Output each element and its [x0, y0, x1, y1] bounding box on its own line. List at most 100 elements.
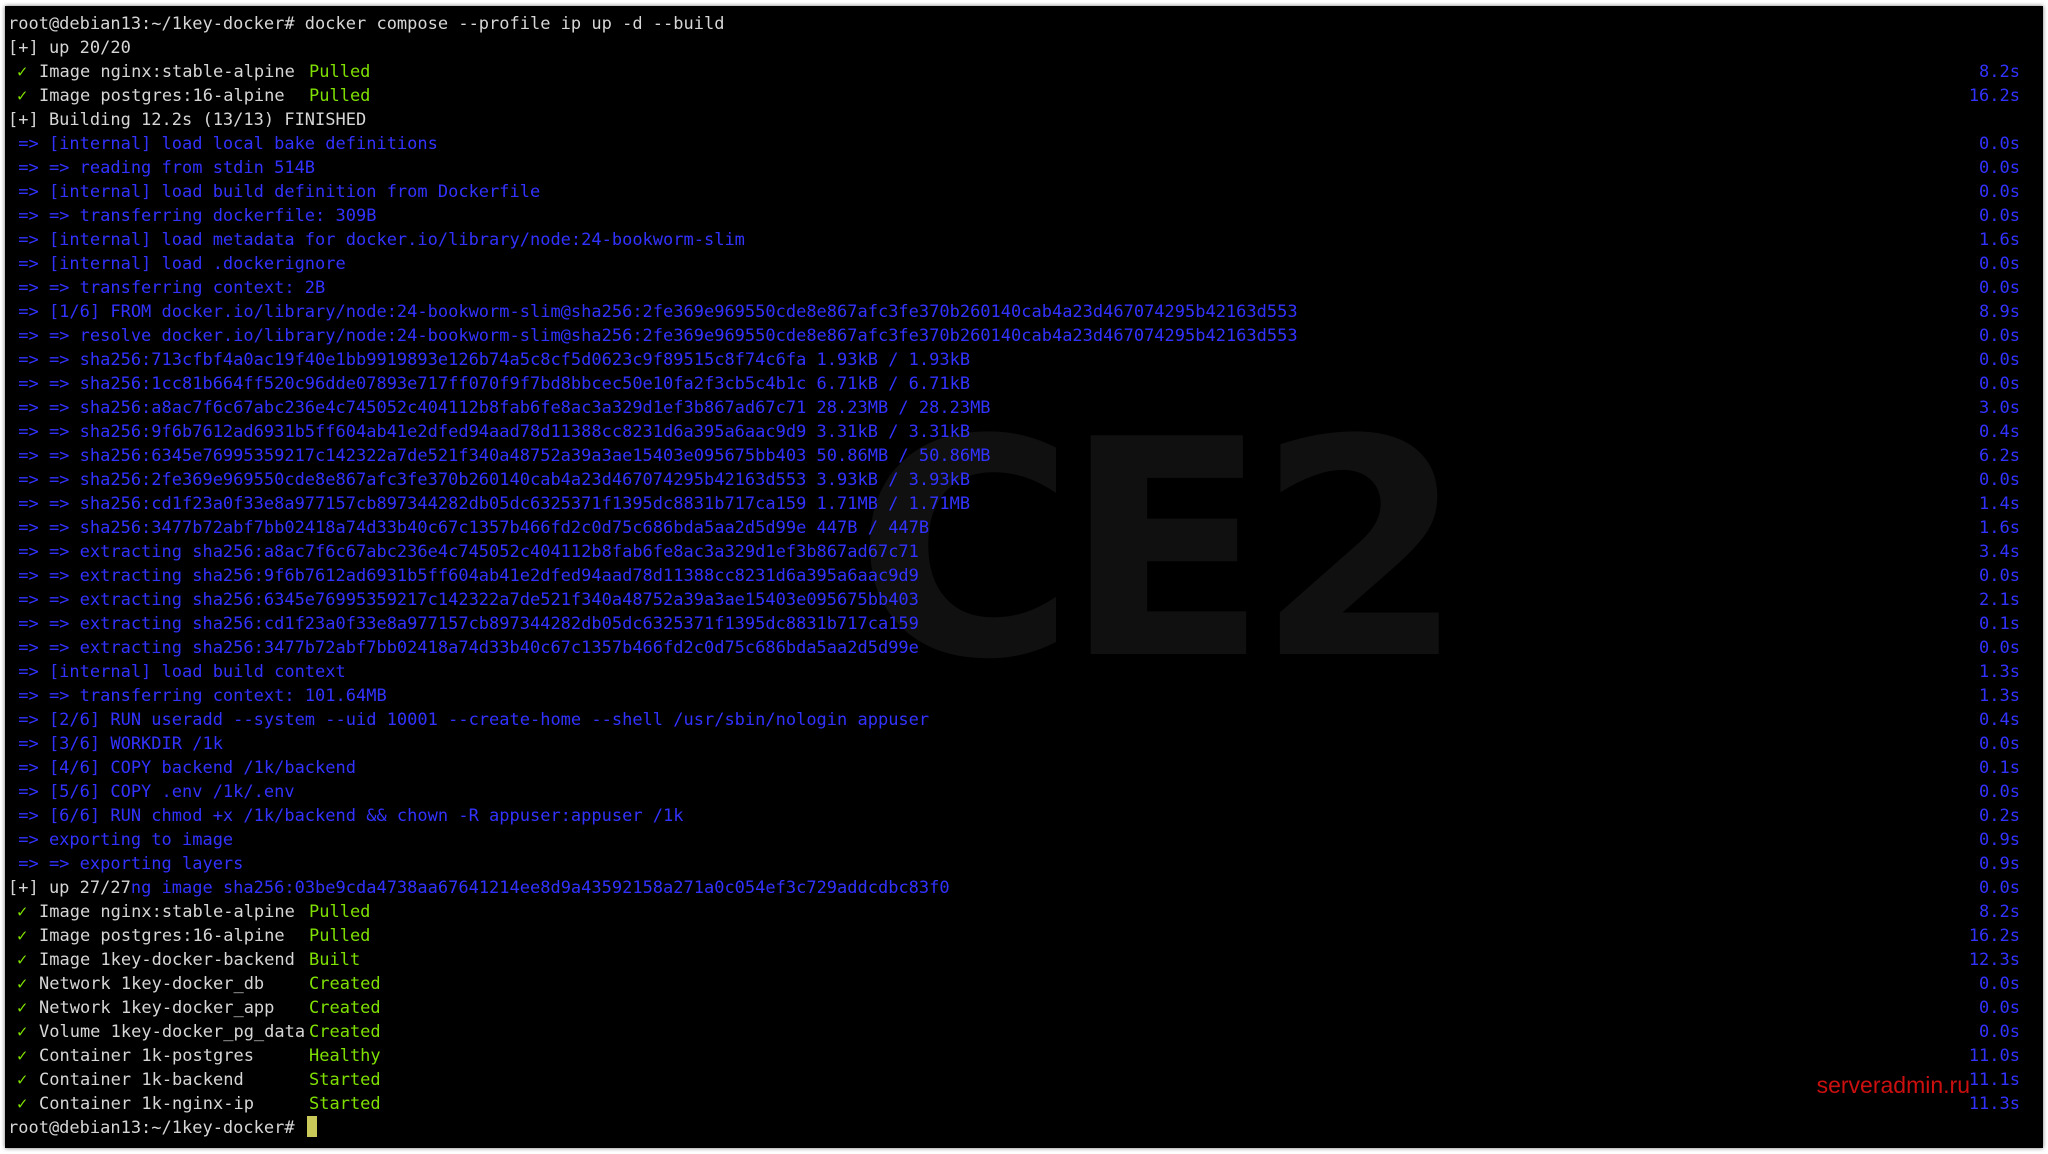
resource-name: Network 1key-docker_db — [39, 974, 265, 994]
terminal-line: => => sha256:a8ac7f6c67abc236e4c745052c4… — [8, 396, 2038, 420]
line-text: => [5/6] COPY .env /1k/.env — [8, 782, 295, 802]
duration: 0.0s — [1979, 1022, 2020, 1042]
line-text: => => extracting sha256:cd1f23a0f33e8a97… — [8, 614, 919, 634]
duration: 0.0s — [1979, 134, 2020, 154]
terminal-line: => => extracting sha256:a8ac7f6c67abc236… — [8, 540, 2038, 564]
duration: 0.0s — [1979, 974, 2020, 994]
line-text: => => sha256:3477b72abf7bb02418a74d33b40… — [8, 518, 930, 538]
duration: 0.0s — [1979, 158, 2020, 178]
duration: 0.0s — [1979, 206, 2020, 226]
terminal-line: ✓ Volume 1key-docker_pg_data Created 0.0s — [8, 1020, 2038, 1044]
check-icon: ✓ — [17, 1046, 28, 1066]
resource-status: Created — [309, 1022, 381, 1042]
resource-name: Container 1k-nginx-ip — [39, 1094, 254, 1114]
duration: 0.0s — [1979, 878, 2020, 898]
line-text: => => transferring context: 2B — [8, 278, 326, 298]
line-text: => exporting to image — [8, 830, 234, 850]
resource-status: Started — [309, 1070, 381, 1090]
check-icon: ✓ — [17, 926, 28, 946]
terminal-line: => => transferring context: 101.64MB 1.3s — [8, 684, 2038, 708]
line-text: => => exporting layers — [8, 854, 244, 874]
terminal-line: => => sha256:1cc81b664ff520c96dde07893e7… — [8, 372, 2038, 396]
resource-name: Container 1k-backend — [39, 1070, 244, 1090]
terminal-line: => [5/6] COPY .env /1k/.env 0.0s — [8, 780, 2038, 804]
line-text: => => sha256:cd1f23a0f33e8a977157cb89734… — [8, 494, 971, 514]
duration: 1.3s — [1979, 686, 2020, 706]
line-text: ✓ Image postgres:16-alpine Pulled — [8, 924, 370, 948]
duration: 0.0s — [1979, 326, 2020, 346]
duration: 8.2s — [1979, 62, 2020, 82]
resource-name: Image nginx:stable-alpine — [39, 62, 295, 82]
duration: 2.1s — [1979, 590, 2020, 610]
terminal-output: root@debian13:~/1key-docker# docker comp… — [8, 12, 2038, 1140]
terminal-line: => exporting to image 0.9s — [8, 828, 2038, 852]
line-text: ✓ Container 1k-postgres Healthy — [8, 1044, 381, 1068]
duration: 0.1s — [1979, 614, 2020, 634]
terminal-line: ✓ Image 1key-docker-backend Built 12.3s — [8, 948, 2038, 972]
line-text: => [internal] load metadata for docker.i… — [8, 230, 745, 250]
line-text: => => sha256:6345e76995359217c142322a7de… — [8, 446, 991, 466]
check-icon: ✓ — [17, 62, 28, 82]
duration: 0.0s — [1979, 374, 2020, 394]
check-icon: ✓ — [17, 950, 28, 970]
terminal-line: => => sha256:3477b72abf7bb02418a74d33b40… — [8, 516, 2038, 540]
line-text: [+] up 20/20 — [8, 38, 131, 58]
terminal-line: => => extracting sha256:6345e76995359217… — [8, 588, 2038, 612]
terminal-window[interactable]: CE2 root@debian13:~/1key-docker# docker … — [5, 6, 2043, 1148]
terminal-line: => => reading from stdin 514B 0.0s — [8, 156, 2038, 180]
duration: 11.0s — [1968, 1046, 2020, 1066]
terminal-line: => [1/6] FROM docker.io/library/node:24-… — [8, 300, 2038, 324]
check-icon: ✓ — [17, 1070, 28, 1090]
line-text: root@debian13:~/1key-docker# — [8, 1116, 317, 1140]
terminal-line: ✓ Container 1k-postgres Healthy 11.0s — [8, 1044, 2038, 1068]
resource-name: Network 1key-docker_app — [39, 998, 275, 1018]
resource-status: Started — [309, 1094, 381, 1114]
terminal-line: root@debian13:~/1key-docker# — [8, 1116, 2038, 1140]
line-text: => => sha256:2fe369e969550cde8e867afc3fe… — [8, 470, 971, 490]
line-text: root@debian13:~/1key-docker# docker comp… — [8, 14, 725, 34]
duration: 1.6s — [1979, 230, 2020, 250]
duration: 0.0s — [1979, 278, 2020, 298]
site-watermark: serveradmin.ru — [1816, 1072, 1970, 1098]
terminal-line: ✓ Image postgres:16-alpine Pulled 16.2s — [8, 924, 2038, 948]
terminal-line: => [internal] load .dockerignore 0.0s — [8, 252, 2038, 276]
duration: 0.0s — [1979, 734, 2020, 754]
terminal-line: => [2/6] RUN useradd --system --uid 1000… — [8, 708, 2038, 732]
resource-name: Image 1key-docker-backend — [39, 950, 295, 970]
duration: 0.9s — [1979, 830, 2020, 850]
line-text: [+] Building 12.2s (13/13) FINISHED — [8, 110, 367, 130]
duration: 0.0s — [1979, 182, 2020, 202]
line-text: => => sha256:9f6b7612ad6931b5ff604ab41e2… — [8, 422, 971, 442]
terminal-line: => [3/6] WORKDIR /1k 0.0s — [8, 732, 2038, 756]
build-step-text: ng image sha256:03be9cda4738aa67641214ee… — [130, 878, 950, 898]
terminal-line: ✓ Container 1k-nginx-ip Started 11.3s — [8, 1092, 2038, 1116]
check-icon: ✓ — [17, 974, 28, 994]
terminal-line: => => extracting sha256:9f6b7612ad6931b5… — [8, 564, 2038, 588]
duration: 1.6s — [1979, 518, 2020, 538]
resource-status: Pulled — [309, 86, 371, 106]
line-text: ✓ Network 1key-docker_db Created — [8, 972, 381, 996]
duration: 0.0s — [1979, 998, 2020, 1018]
terminal-line: ✓ Network 1key-docker_db Created 0.0s — [8, 972, 2038, 996]
resource-status: Pulled — [309, 902, 371, 922]
line-text: ✓ Image nginx:stable-alpine Pulled — [8, 60, 370, 84]
line-text: => [6/6] RUN chmod +x /1k/backend && cho… — [8, 806, 684, 826]
line-text: => => sha256:713cfbf4a0ac19f40e1bb991989… — [8, 350, 971, 370]
resource-status: Pulled — [309, 926, 371, 946]
line-text: ✓ Image nginx:stable-alpine Pulled — [8, 900, 370, 924]
duration: 11.3s — [1968, 1094, 2020, 1114]
text-cursor[interactable] — [306, 1116, 317, 1137]
duration: 16.2s — [1968, 926, 2020, 946]
terminal-line: => => sha256:6345e76995359217c142322a7de… — [8, 444, 2038, 468]
line-text: => [internal] load build definition from… — [8, 182, 541, 202]
line-text: => [internal] load .dockerignore — [8, 254, 346, 274]
check-icon: ✓ — [17, 902, 28, 922]
line-text: => => transferring context: 101.64MB — [8, 686, 387, 706]
duration: 0.0s — [1979, 782, 2020, 802]
line-text: [+] up 27/27ng image sha256:03be9cda4738… — [8, 876, 950, 900]
duration: 8.2s — [1979, 902, 2020, 922]
duration: 6.2s — [1979, 446, 2020, 466]
progress-summary: [+] up 27/27 — [8, 878, 131, 898]
terminal-line: => => sha256:2fe369e969550cde8e867afc3fe… — [8, 468, 2038, 492]
duration: 11.1s — [1968, 1070, 2020, 1090]
